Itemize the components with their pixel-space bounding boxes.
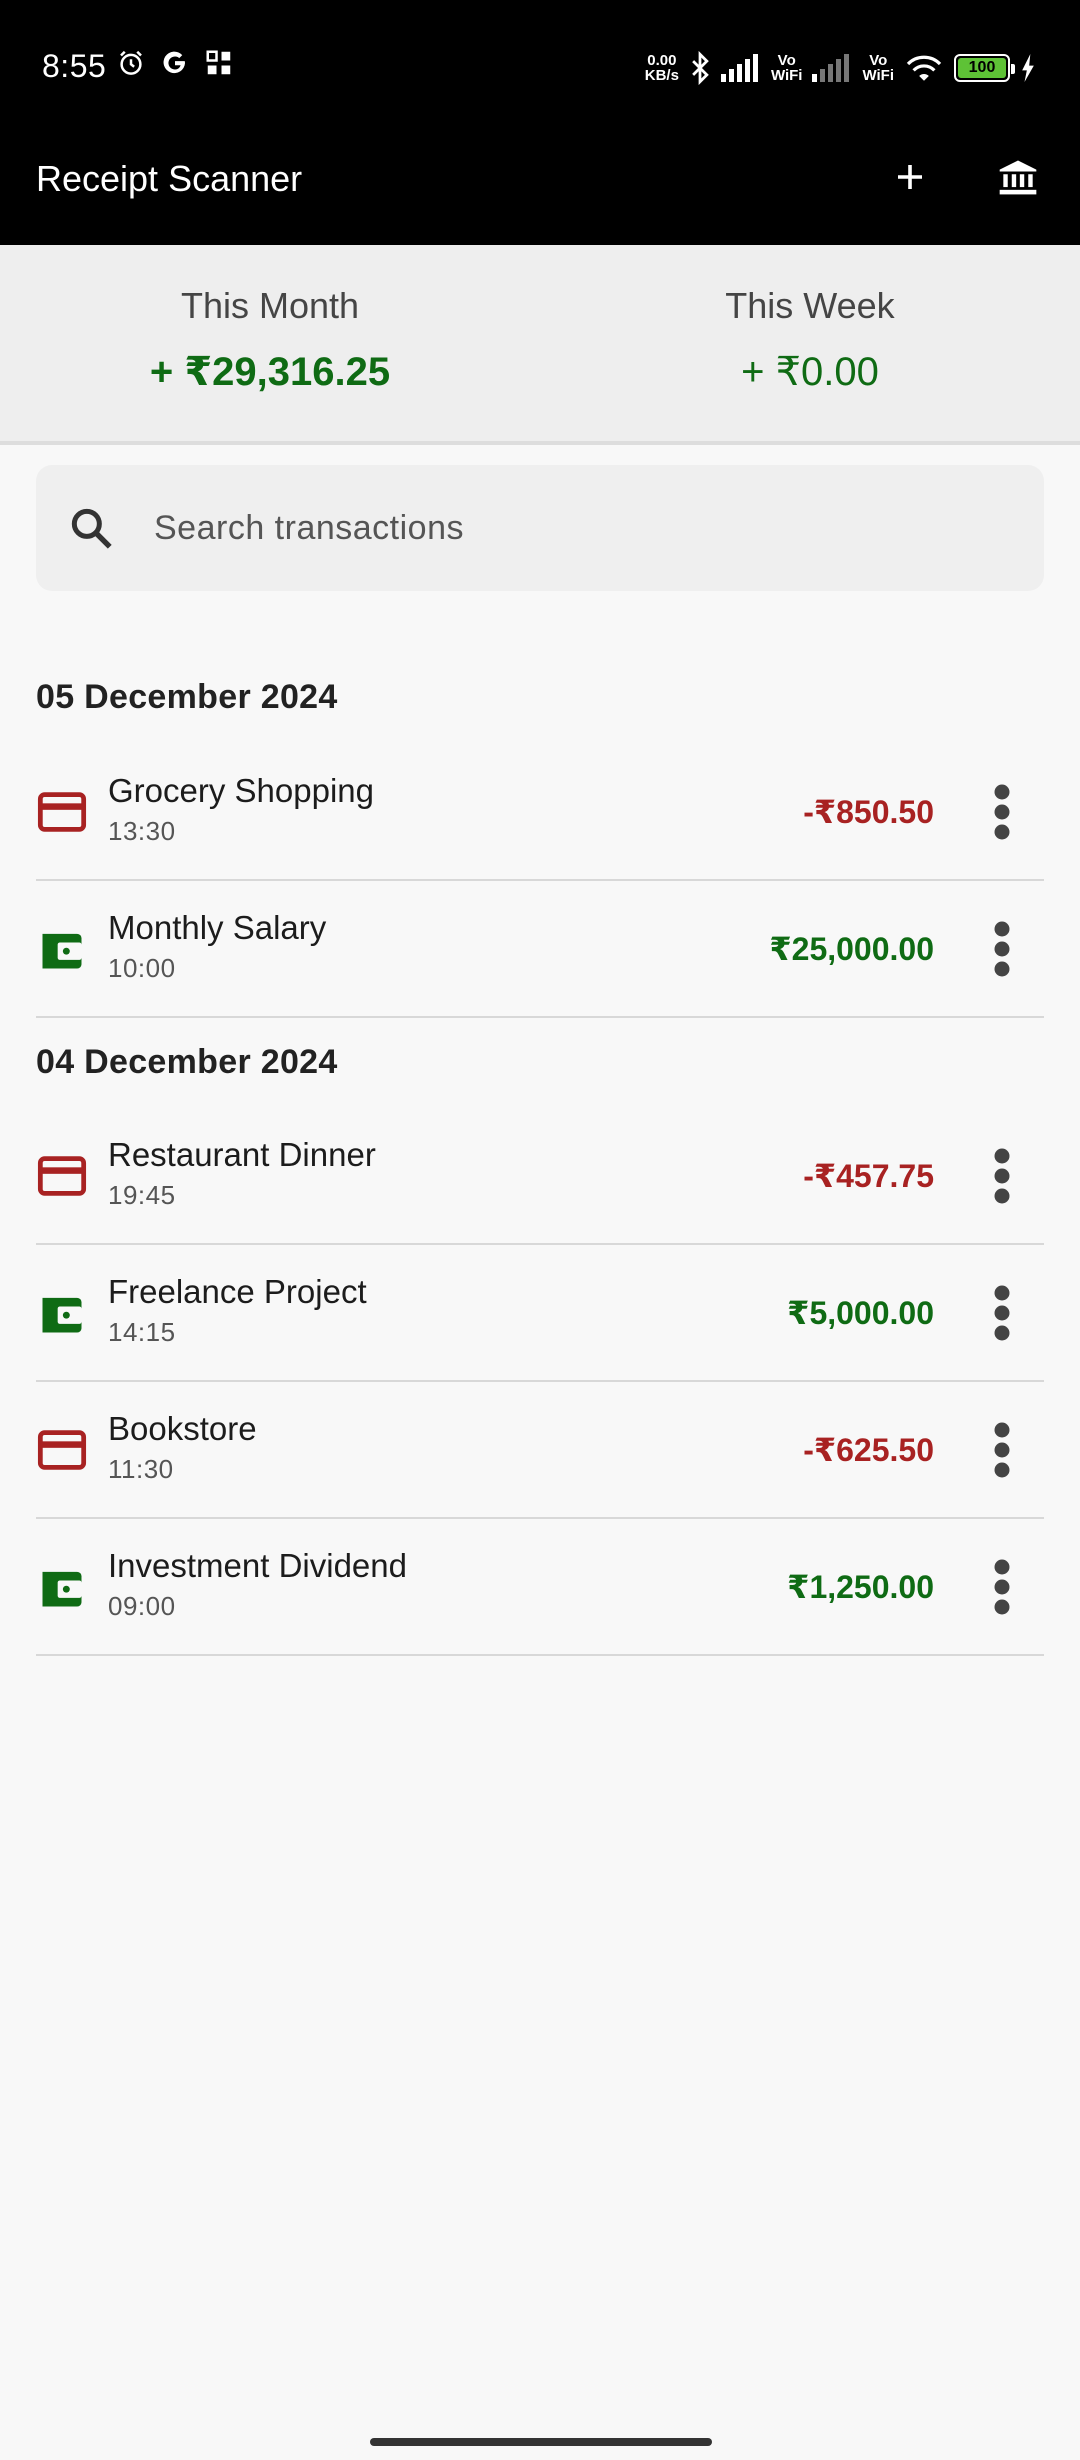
transaction-title: Monthly Salary [108, 909, 327, 946]
summary-this-month: This Month + ₹29,316.25 [0, 285, 540, 395]
credit-card-icon [37, 1156, 87, 1196]
transaction-amount: ₹1,250.00 [787, 1569, 934, 1605]
transaction-title: Freelance Project [108, 1273, 367, 1310]
summary-month-label: This Month [180, 285, 360, 326]
summary-week-label: This Week [725, 285, 895, 326]
google-icon [163, 51, 185, 74]
more-vert-icon[interactable] [990, 1283, 1014, 1343]
transaction-amount: -₹457.75 [803, 1158, 934, 1194]
transaction-time: 13:30 [108, 816, 176, 846]
transaction-amount: -₹625.50 [803, 1432, 934, 1468]
bank-button[interactable] [986, 145, 1050, 209]
summary-this-week: This Week + ₹0.00 [540, 285, 1080, 395]
summary-panel: This Month + ₹29,316.25 This Week + ₹0.0… [0, 245, 1080, 445]
summary-month-value: + ₹29,316.25 [149, 350, 391, 394]
transaction-row[interactable]: Freelance Project 14:15 ₹5,000.00 [36, 1245, 1044, 1382]
bank-icon [999, 160, 1037, 195]
credit-card-icon [37, 792, 87, 832]
transaction-row[interactable]: Investment Dividend 09:00 ₹1,250.00 [36, 1519, 1044, 1656]
more-vert-icon[interactable] [990, 782, 1014, 842]
vowifi-badge-2: Vo WiFi [862, 52, 894, 84]
battery-level: 100 [968, 59, 996, 76]
transaction-title: Investment Dividend [108, 1547, 407, 1584]
vowifi-badge: Vo WiFi [770, 52, 803, 84]
more-vert-icon[interactable] [990, 1420, 1014, 1480]
transaction-amount: -₹850.50 [803, 794, 934, 830]
add-button[interactable] [878, 145, 942, 209]
transaction-title: Restaurant Dinner [108, 1136, 376, 1173]
transaction-row[interactable]: Grocery Shopping 13:30 -₹850.50 [36, 744, 1044, 881]
more-vert-icon[interactable] [990, 1557, 1014, 1617]
transaction-time: 10:00 [108, 953, 176, 983]
date-header: 04 December 2024 [36, 1043, 338, 1081]
alarm-icon [120, 50, 142, 75]
wallet-icon [42, 1297, 82, 1333]
transaction-amount: ₹5,000.00 [787, 1295, 934, 1331]
battery-icon: 100 [954, 54, 1015, 82]
wallet-icon [42, 933, 82, 969]
transaction-time: 14:15 [108, 1317, 176, 1347]
transaction-time: 11:30 [108, 1454, 174, 1484]
credit-card-icon [37, 1430, 87, 1470]
signal-icon [720, 54, 758, 82]
app-title: Receipt Scanner [36, 158, 303, 199]
transaction-amount: ₹25,000.00 [769, 931, 934, 967]
wifi-icon [906, 55, 942, 81]
status-time: 8:55 [42, 48, 107, 84]
search-icon [71, 508, 112, 549]
more-vert-icon[interactable] [990, 1146, 1014, 1206]
date-header: 05 December 2024 [36, 678, 338, 716]
transaction-row[interactable]: Bookstore 11:30 -₹625.50 [36, 1382, 1044, 1519]
transaction-time: 09:00 [108, 1591, 176, 1621]
wallet-icon [42, 1571, 82, 1607]
transaction-title: Bookstore [108, 1410, 257, 1447]
charging-icon [1022, 54, 1034, 82]
bluetooth-icon [692, 51, 709, 85]
app-bar: Receipt Scanner [0, 135, 1080, 245]
summary-week-value: + ₹0.00 [741, 350, 879, 394]
transaction-title: Grocery Shopping [108, 772, 374, 809]
add-icon [898, 165, 922, 189]
signal-weak-icon [812, 54, 850, 82]
search-bar[interactable] [36, 465, 1044, 591]
transaction-row[interactable]: Monthly Salary 10:00 ₹25,000.00 [36, 881, 1044, 1018]
transaction-row[interactable]: Restaurant Dinner 19:45 -₹457.75 [36, 1108, 1044, 1245]
status-bar: 8:55 0.00 KB/s Vo WiFi Vo WiFi 100 [0, 0, 1080, 135]
apps-grid-icon [206, 50, 231, 75]
transaction-time: 19:45 [108, 1180, 176, 1210]
search-input[interactable] [154, 495, 1014, 561]
home-indicator[interactable] [370, 2438, 712, 2446]
more-vert-icon[interactable] [990, 919, 1014, 979]
network-speed: 0.00 KB/s [644, 52, 679, 84]
